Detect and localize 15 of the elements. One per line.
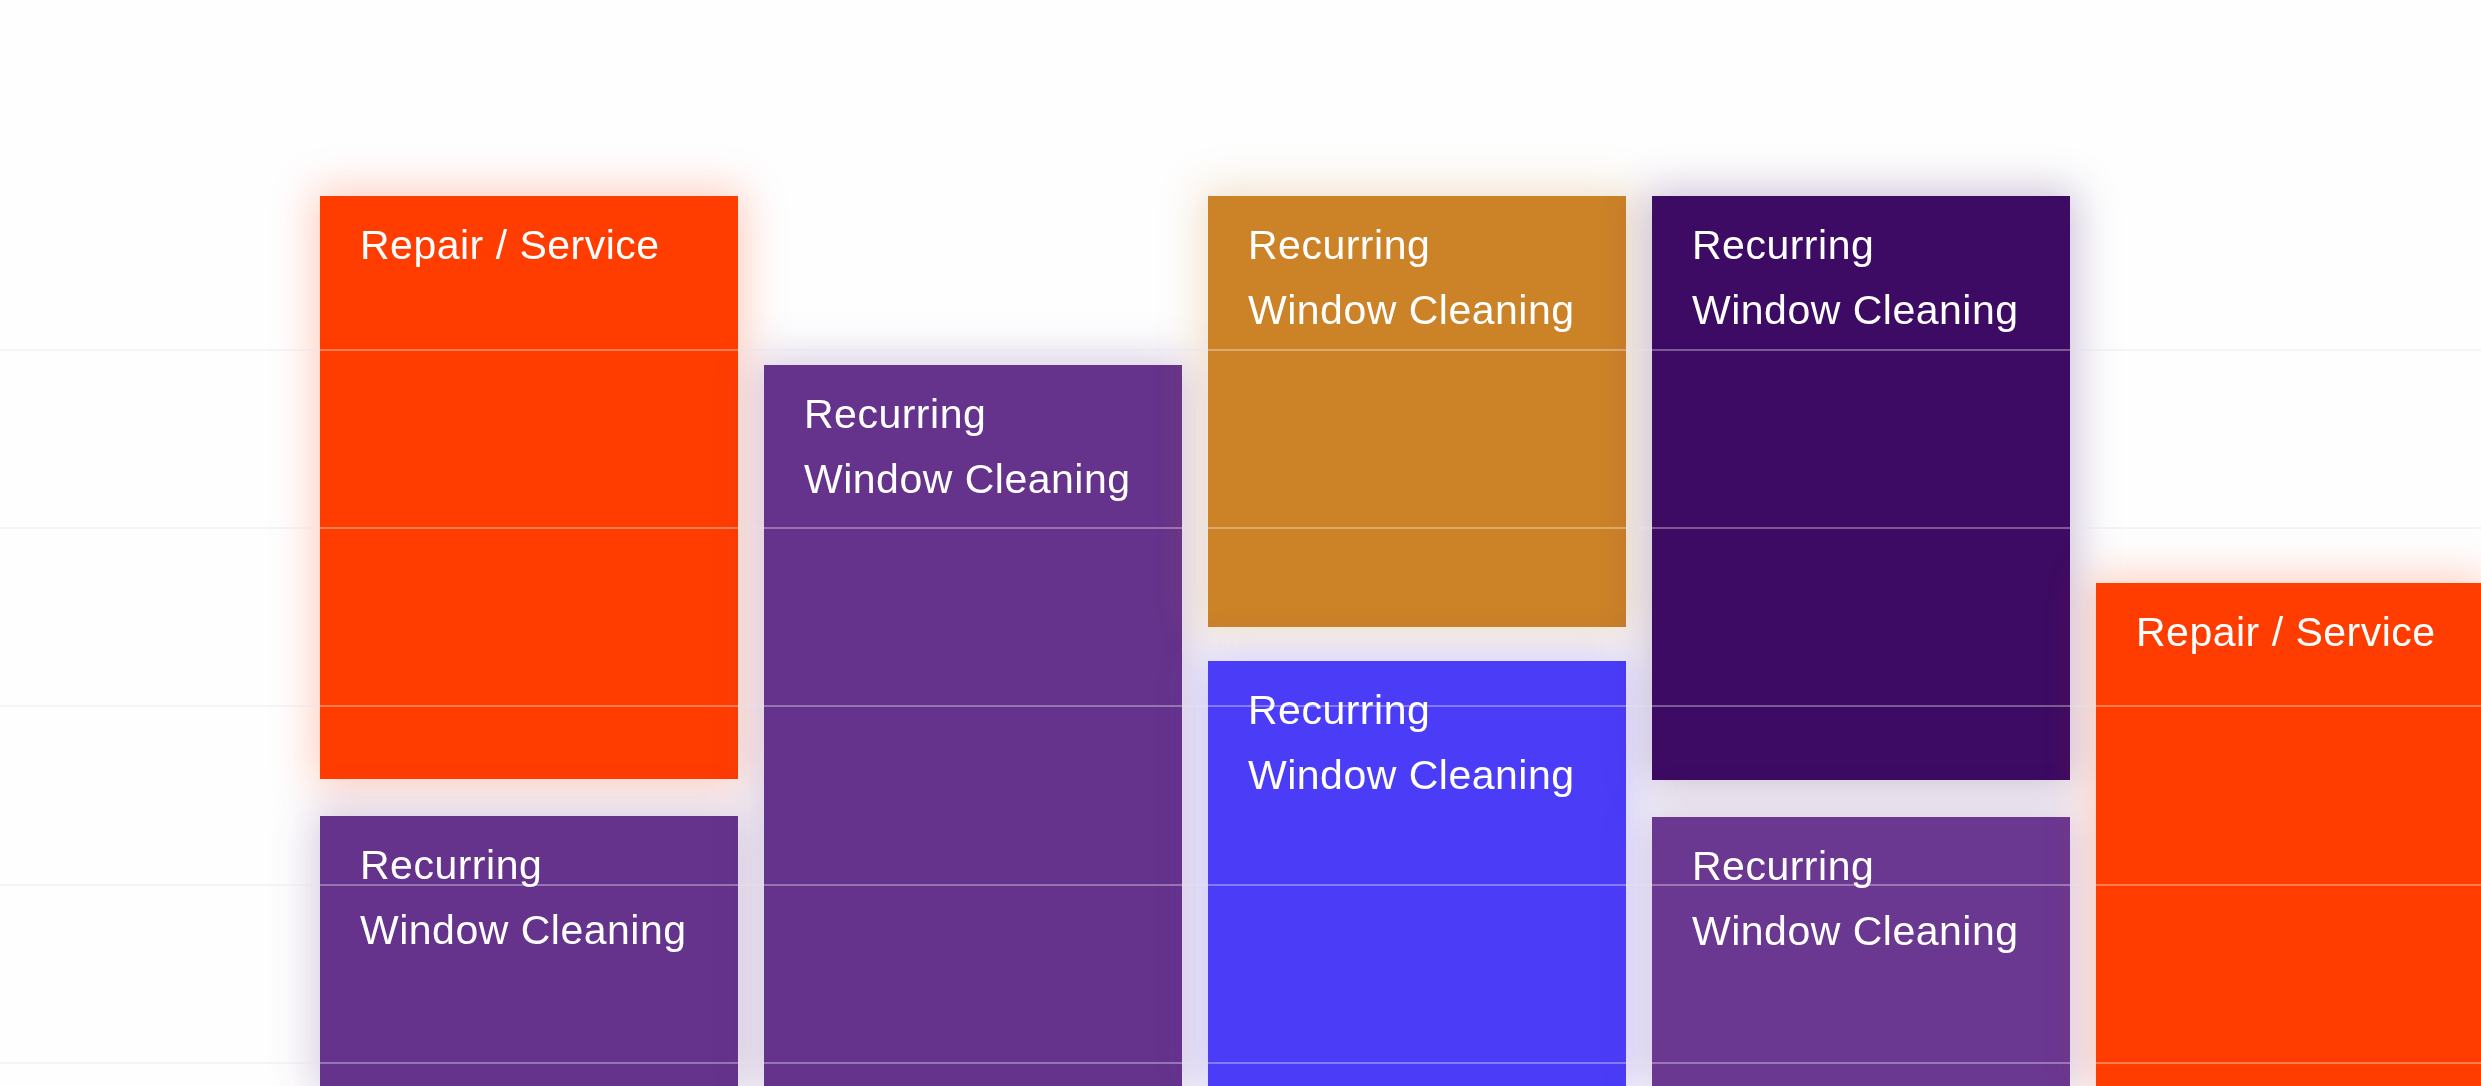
event-block[interactable]: Recurring Window Cleaning [1208, 661, 1626, 1086]
event-title: Recurring Window Cleaning [1248, 221, 1575, 335]
event-title: Repair / Service [2136, 608, 2436, 657]
event-block[interactable]: Recurring Window Cleaning [320, 816, 738, 1086]
event-title: Repair / Service [360, 221, 660, 270]
event-title: Recurring Window Cleaning [360, 841, 687, 955]
event-title: Recurring Window Cleaning [1248, 686, 1575, 800]
event-title: Recurring Window Cleaning [804, 390, 1131, 504]
event-block[interactable]: Repair / Service [320, 196, 738, 779]
event-block[interactable]: Recurring Window Cleaning [1652, 817, 2070, 1086]
event-title: Recurring Window Cleaning [1692, 221, 2019, 335]
event-block[interactable]: Recurring Window Cleaning [1652, 196, 2070, 780]
event-block[interactable]: Repair / Service [2096, 583, 2481, 1086]
event-block[interactable]: Recurring Window Cleaning [764, 365, 1182, 1086]
event-title: Recurring Window Cleaning [1692, 842, 2019, 956]
